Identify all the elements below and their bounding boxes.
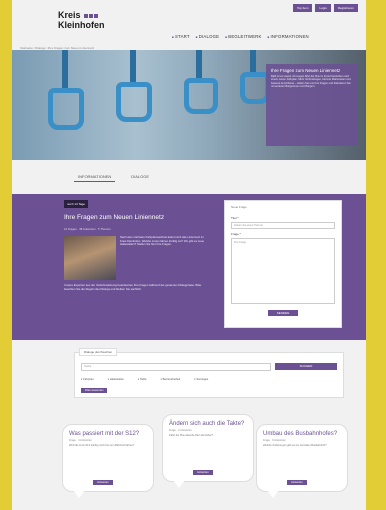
content-tabs: INFORMATIONEN DIALOGE [74,172,153,182]
search-options: ▾ Fahrplan ▾ Haltestellen ▾ Tarife ▾ Bar… [81,377,208,381]
option-tarife[interactable]: ▾ Tarife [138,377,147,381]
search-input[interactable]: Suche [81,363,271,371]
title-input[interactable]: Geben Sie einen Titel ein [231,222,335,229]
title-label: Titel * [231,216,239,220]
bubble-text: Wird die Linie S12 künftig noch bis zum … [69,444,135,447]
dialog-text-1: Nach dem nächsten Fahrplanwechsel ändert… [120,235,205,247]
nav-begleitwerk[interactable]: BEGLEITWERK [225,34,261,39]
filter-button[interactable]: Filter anwenden [81,388,108,393]
question-bubble[interactable]: Umbau des Busbahnhofes? Frage · 6 Antwor… [256,424,348,498]
answer-button[interactable]: Antworten [193,470,213,475]
dialog-section: noch 14 Tage Ihre Fragen zum Neuen Linie… [12,194,366,340]
option-sonstiges[interactable]: ▾ Sonstiges [194,377,208,381]
question-label: Frage * [231,232,241,236]
login-link[interactable]: Login [315,4,331,12]
bubble-title: Umbau des Busbahnhofes? [263,431,338,437]
dialog-text-2: Unsere Experten aus der Verkehrsplanung … [64,283,202,291]
tab-dialoge[interactable]: DIALOGE [127,172,153,182]
hero-banner: Ihre Fragen zum Neuen Liniennetz Bald is… [12,50,366,160]
dialog-title: Ihre Fragen zum Neuen Liniennetz [64,214,165,221]
topbar-link-1[interactable]: Top Item [292,4,313,12]
register-link[interactable]: Registrieren [333,4,358,12]
nav-start[interactable]: START [172,34,190,39]
hero-title: Ihre Fragen zum Neuen Liniennetz [271,68,341,73]
form-heading: Neue Frage [231,205,247,209]
bubble-title: Ändern sich auch die Takte? [169,421,245,427]
nav-informationen[interactable]: INFORMATIONEN [268,34,309,39]
bus-handle-image [48,88,84,130]
option-fahrplan[interactable]: ▾ Fahrplan [81,377,94,381]
bubble-text: Fährt der Bus abends öfter als bisher? [169,434,214,437]
page: Top Item Login Registrieren Kreis Kleinh… [12,0,366,510]
top-utility-bar: Top Item Login Registrieren [292,4,358,12]
dialog-photo [64,236,116,280]
question-bubble[interactable]: Ändern sich auch die Takte? Frage · 2 An… [162,414,254,488]
tab-informationen[interactable]: INFORMATIONEN [74,172,116,182]
answer-button[interactable]: Antworten [287,480,307,485]
logo-line1: Kreis [58,10,81,20]
bubble-title: Was passiert mit der S12? [69,431,140,437]
dialog-meta: 12 Fragen · 38 Antworten · 5 Themen [64,227,111,231]
search-tab[interactable]: Dialoge durchsuchen [79,348,118,356]
question-textarea[interactable]: Ihre Frage [231,238,335,304]
bubble-text: Welche Änderungen gibt es am zentralen B… [263,444,327,447]
question-form: Neue Frage Titel * Geben Sie einen Titel… [224,200,342,328]
status-badge: noch 14 Tage [64,200,88,208]
submit-button[interactable]: SENDEN [268,310,298,316]
option-barrierefreiheit[interactable]: ▾ Barrierefreiheit [161,377,181,381]
main-nav: START DIALOGE BEGLEITWERK INFORMATIONEN [172,34,309,39]
search-panel: Dialoge durchsuchen Suche SUCHEN ▾ Fahrp… [74,348,344,398]
hero-text: Bald ist es soweit: Ab August fährt der … [271,75,351,88]
nav-dialoge[interactable]: DIALOGE [196,34,220,39]
hero-info-box: Ihre Fragen zum Neuen Liniennetz Bald is… [266,64,358,146]
answer-button[interactable]: Antworten [93,480,113,485]
site-logo[interactable]: Kreis Kleinhofen [58,10,105,30]
logo-line2: Kleinhofen [58,20,105,30]
search-button[interactable]: SUCHEN [275,363,337,370]
question-bubble[interactable]: Was passiert mit der S12? Frage · 4 Antw… [62,424,154,498]
option-haltestellen[interactable]: ▾ Haltestellen [108,377,124,381]
